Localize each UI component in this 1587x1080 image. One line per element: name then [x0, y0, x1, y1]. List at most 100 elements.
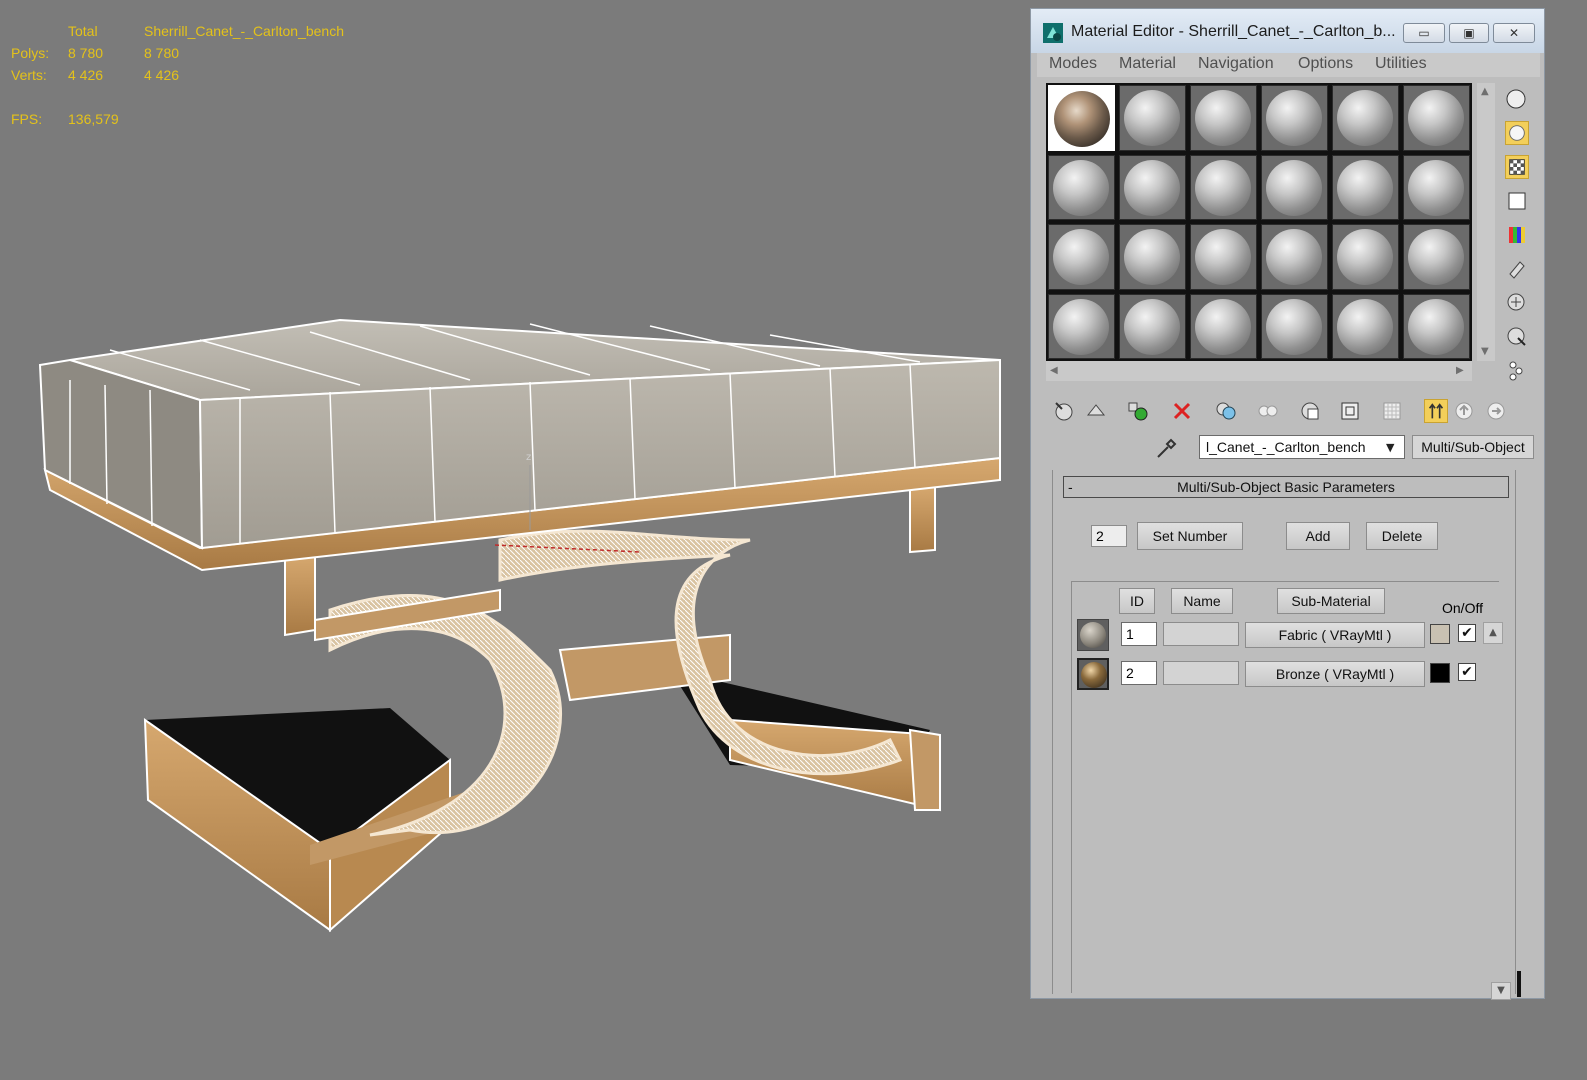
sort-by-id-button[interactable]: ID — [1119, 588, 1155, 614]
window-titlebar[interactable]: Material Editor - Sherrill_Canet_-_Carlt… — [1031, 9, 1544, 53]
sub-material-on-checkbox[interactable]: ✔ — [1458, 624, 1476, 642]
assign-material-to-selection-icon[interactable] — [1126, 399, 1150, 423]
rollout-collapse-icon[interactable]: - — [1068, 477, 1073, 497]
list-scroll-down-icon[interactable]: ▼ — [1491, 982, 1511, 1000]
minimize-button[interactable]: ▭ — [1403, 23, 1445, 43]
sub-material-button[interactable]: Bronze ( VRayMtl ) — [1245, 661, 1425, 687]
material-slot[interactable] — [1332, 85, 1399, 151]
material-slot[interactable] — [1119, 154, 1186, 220]
scroll-left-icon[interactable]: ◀ — [1050, 365, 1058, 376]
make-unique-icon[interactable] — [1256, 399, 1280, 423]
material-slot[interactable] — [1332, 224, 1399, 290]
sort-by-name-button[interactable]: Name — [1171, 588, 1233, 614]
video-color-check-icon[interactable] — [1505, 223, 1529, 247]
menu-material[interactable]: Material — [1119, 55, 1176, 73]
material-navigator-icon[interactable] — [1505, 359, 1529, 383]
material-slot[interactable] — [1048, 224, 1115, 290]
pick-material-eyedropper-icon[interactable] — [1154, 437, 1178, 461]
material-editor-window[interactable]: Material Editor - Sherrill_Canet_-_Carlt… — [1030, 8, 1545, 1000]
panel-scroll-thumb[interactable] — [1517, 971, 1521, 997]
material-slot[interactable] — [1403, 224, 1470, 290]
material-slot[interactable] — [1119, 85, 1186, 151]
sample-type-sphere-icon[interactable] — [1505, 87, 1529, 111]
verts-label: Verts: — [11, 67, 47, 83]
background-checker-icon[interactable] — [1505, 155, 1529, 179]
material-slot[interactable] — [1261, 224, 1328, 290]
show-end-result-icon[interactable] — [1424, 399, 1448, 423]
sub-material-name-field[interactable] — [1163, 622, 1239, 646]
reset-map-icon[interactable] — [1170, 399, 1194, 423]
put-to-library-icon[interactable] — [1298, 399, 1322, 423]
material-slot[interactable] — [1190, 293, 1257, 359]
material-slot[interactable] — [1048, 293, 1115, 359]
put-material-to-scene-icon[interactable] — [1084, 399, 1108, 423]
sub-material-preview[interactable] — [1077, 658, 1109, 690]
maximize-button[interactable]: ▣ — [1449, 23, 1489, 43]
material-preview-sphere — [1266, 90, 1322, 146]
material-slot[interactable] — [1119, 224, 1186, 290]
delete-button[interactable]: Delete — [1366, 522, 1438, 550]
backlight-icon[interactable] — [1505, 121, 1529, 145]
material-slot[interactable] — [1403, 154, 1470, 220]
material-slot[interactable] — [1332, 293, 1399, 359]
material-type-button[interactable]: Multi/Sub-Object — [1412, 435, 1534, 459]
material-slot-active[interactable] — [1048, 85, 1115, 151]
material-preview-sphere — [1337, 159, 1393, 216]
material-preview-sphere — [1408, 229, 1464, 285]
rollout-header[interactable]: - Multi/Sub-Object Basic Parameters — [1063, 476, 1509, 498]
sub-material-name-field[interactable] — [1163, 661, 1239, 685]
options-icon[interactable] — [1505, 291, 1529, 315]
make-material-copy-icon[interactable] — [1214, 399, 1238, 423]
material-slot[interactable] — [1403, 293, 1470, 359]
material-slot[interactable] — [1332, 154, 1399, 220]
scroll-right-icon[interactable]: ▶ — [1456, 365, 1464, 376]
sub-material-id-field[interactable]: 2 — [1121, 661, 1157, 685]
material-slot[interactable] — [1190, 154, 1257, 220]
sub-material-color-swatch[interactable] — [1430, 663, 1450, 683]
menu-utilities[interactable]: Utilities — [1375, 55, 1427, 73]
menu-options[interactable]: Options — [1298, 55, 1353, 73]
list-scroll-up-icon[interactable]: ▲ — [1483, 622, 1503, 644]
slots-horizontal-scrollbar[interactable]: ◀ ▶ — [1046, 361, 1472, 381]
sub-material-button[interactable]: Fabric ( VRayMtl ) — [1245, 622, 1425, 648]
sample-uv-tiling-icon[interactable] — [1505, 189, 1529, 213]
go-forward-to-sibling-icon[interactable] — [1484, 399, 1508, 423]
material-id-channel-icon[interactable] — [1338, 399, 1362, 423]
material-slot[interactable] — [1048, 154, 1115, 220]
sort-by-sub-material-button[interactable]: Sub-Material — [1277, 588, 1385, 614]
slots-vertical-scrollbar[interactable]: ▲ ▼ — [1477, 83, 1495, 361]
set-number-field[interactable]: 2 — [1091, 525, 1127, 547]
bench-model[interactable]: z — [30, 290, 1010, 940]
material-slot[interactable] — [1190, 224, 1257, 290]
material-slot[interactable] — [1403, 85, 1470, 151]
material-name-field[interactable]: l_Canet_-_Carlton_bench — [1199, 435, 1405, 459]
get-material-icon[interactable] — [1052, 399, 1076, 423]
sub-material-preview[interactable] — [1077, 619, 1109, 651]
select-by-material-icon[interactable] — [1505, 325, 1529, 349]
material-slot[interactable] — [1261, 154, 1328, 220]
set-number-button[interactable]: Set Number — [1137, 522, 1243, 550]
sub-material-on-checkbox[interactable]: ✔ — [1458, 663, 1476, 681]
stats-spacer — [11, 86, 371, 108]
scroll-down-icon[interactable]: ▼ — [1481, 346, 1489, 357]
scroll-up-icon[interactable]: ▲ — [1481, 86, 1489, 97]
menu-navigation[interactable]: Navigation — [1198, 55, 1274, 73]
material-slot[interactable] — [1261, 293, 1328, 359]
material-slot[interactable] — [1261, 85, 1328, 151]
material-name-dropdown-icon[interactable]: ▼ — [1386, 441, 1394, 454]
material-slot[interactable] — [1190, 85, 1257, 151]
material-preview-sphere — [1195, 229, 1251, 285]
make-preview-icon[interactable] — [1505, 257, 1529, 281]
material-preview-sphere — [1266, 298, 1322, 355]
material-preview-sphere — [1124, 298, 1180, 355]
close-button[interactable]: ✕ — [1493, 23, 1535, 43]
show-map-in-viewport-icon[interactable] — [1380, 399, 1404, 423]
material-preview-sphere — [1266, 159, 1322, 216]
add-button[interactable]: Add — [1286, 522, 1350, 550]
menu-modes[interactable]: Modes — [1049, 55, 1097, 73]
sub-material-color-swatch[interactable] — [1430, 624, 1450, 644]
sub-material-id-field[interactable]: 1 — [1121, 622, 1157, 646]
go-to-parent-icon[interactable] — [1452, 399, 1476, 423]
material-slot[interactable] — [1119, 293, 1186, 359]
fps-label: FPS: — [11, 111, 43, 127]
